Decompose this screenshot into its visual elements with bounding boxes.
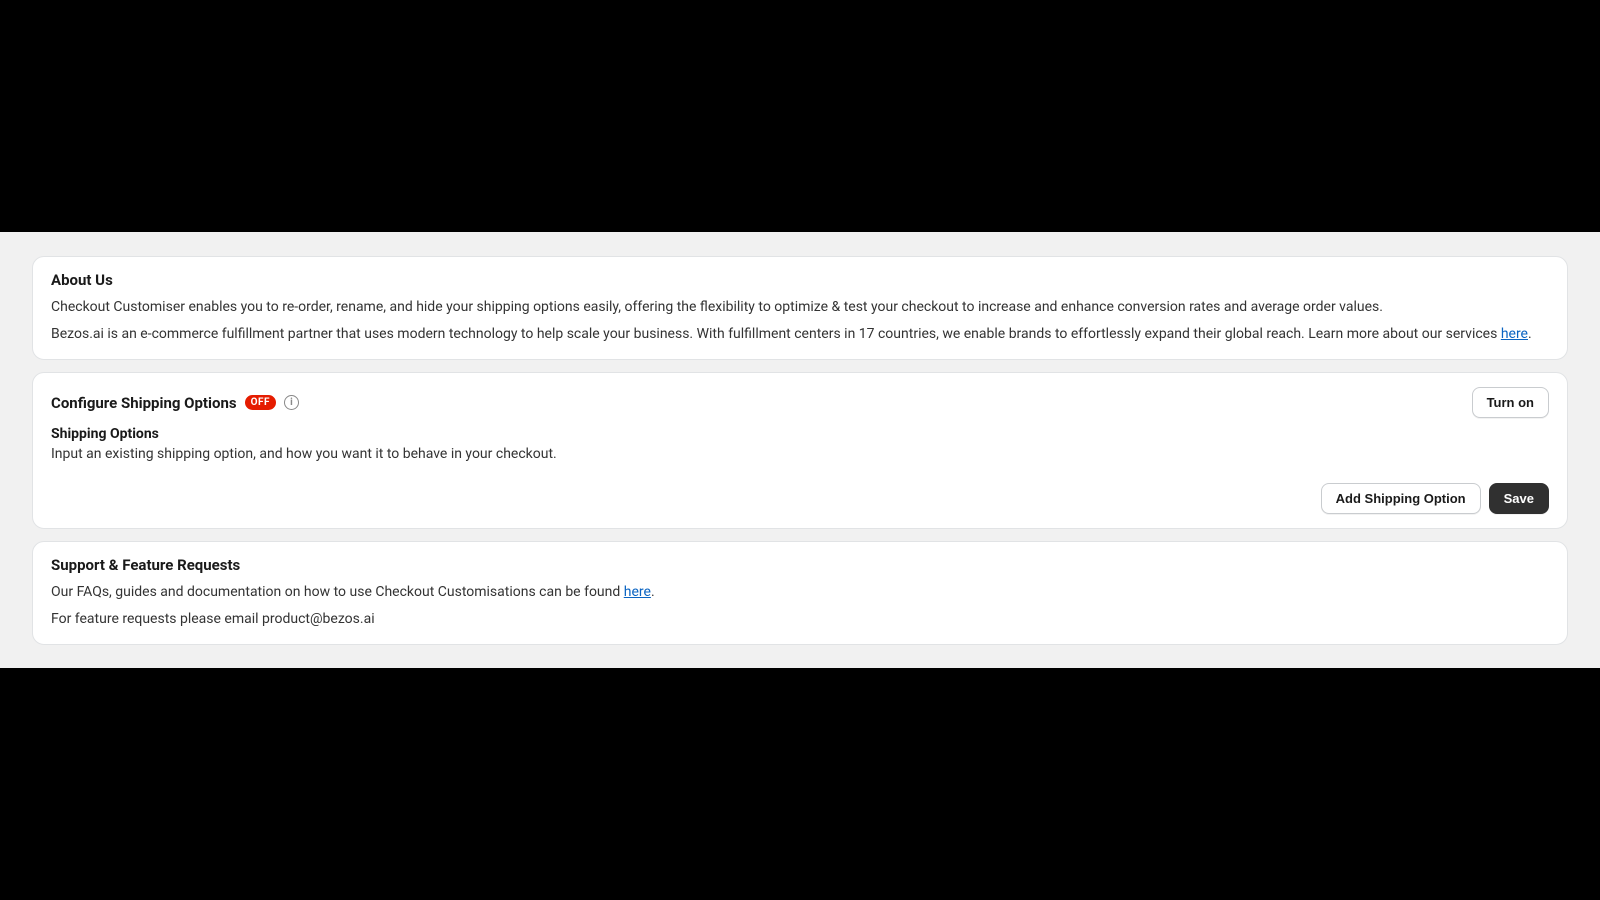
support-card: Support & Feature Requests Our FAQs, gui… <box>32 541 1568 645</box>
configure-title-group: Configure Shipping Options OFF i <box>51 394 299 412</box>
add-shipping-option-button[interactable]: Add Shipping Option <box>1321 483 1481 514</box>
shipping-options-subtext: Input an existing shipping option, and h… <box>51 444 1549 465</box>
turn-on-button[interactable]: Turn on <box>1472 387 1549 418</box>
about-us-link[interactable]: here <box>1501 326 1528 342</box>
configure-title: Configure Shipping Options <box>51 394 237 412</box>
about-us-line2: Bezos.ai is an e-commerce fulfillment pa… <box>51 324 1549 345</box>
shipping-options-subtitle: Shipping Options <box>51 426 1549 442</box>
support-line2: For feature requests please email produc… <box>51 609 1549 630</box>
configure-header: Configure Shipping Options OFF i Turn on <box>51 387 1549 418</box>
support-line1-text-a: Our FAQs, guides and documentation on ho… <box>51 584 624 600</box>
support-line1-text-b: . <box>651 584 655 600</box>
status-badge-off: OFF <box>245 395 276 410</box>
support-title: Support & Feature Requests <box>51 556 1549 574</box>
about-us-title: About Us <box>51 271 1549 289</box>
save-button[interactable]: Save <box>1489 483 1549 514</box>
about-us-card: About Us Checkout Customiser enables you… <box>32 256 1568 360</box>
about-us-line2-text-b: . <box>1528 326 1532 342</box>
support-line1: Our FAQs, guides and documentation on ho… <box>51 582 1549 603</box>
about-us-line1: Checkout Customiser enables you to re-or… <box>51 297 1549 318</box>
configure-card: Configure Shipping Options OFF i Turn on… <box>32 372 1568 529</box>
configure-actions: Add Shipping Option Save <box>51 483 1549 514</box>
support-link[interactable]: here <box>624 584 651 600</box>
app-viewport: About Us Checkout Customiser enables you… <box>0 232 1600 668</box>
about-us-line2-text-a: Bezos.ai is an e-commerce fulfillment pa… <box>51 326 1501 342</box>
info-icon[interactable]: i <box>284 395 299 410</box>
